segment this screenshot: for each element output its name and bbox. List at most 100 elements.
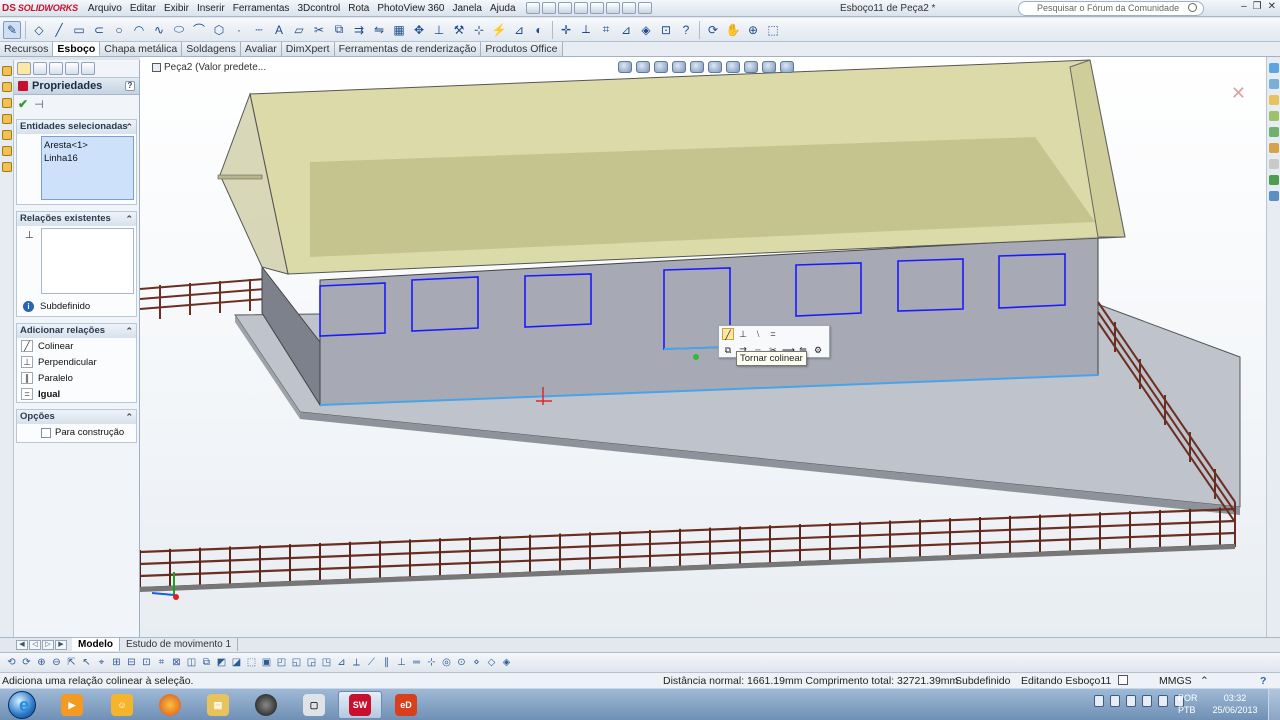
- print-icon[interactable]: [573, 2, 588, 14]
- bottom-tool-icon[interactable]: ⟋: [365, 656, 379, 670]
- rectangle-icon[interactable]: ▭: [70, 21, 88, 39]
- media-player-taskbar[interactable]: ▶: [50, 691, 94, 719]
- make-perpendicular-icon[interactable]: ⊥: [737, 328, 749, 340]
- zoom-to-fit-icon[interactable]: [618, 61, 632, 73]
- units-selector[interactable]: MMGS: [1159, 675, 1192, 687]
- bottom-tool-icon[interactable]: ⊹: [425, 656, 439, 670]
- first-tab-icon[interactable]: ◀: [16, 639, 28, 650]
- collapse-icon[interactable]: ⌃: [125, 410, 133, 424]
- menu-ajuda[interactable]: Ajuda: [486, 0, 520, 17]
- mirror-icon[interactable]: ⇋: [370, 21, 388, 39]
- menu-photoview[interactable]: PhotoView 360: [373, 0, 448, 17]
- pattern-tool-icon[interactable]: [2, 146, 12, 156]
- tab-esboco[interactable]: Esboço: [53, 42, 101, 56]
- display-style-icon[interactable]: [708, 61, 722, 73]
- tray-network-icon[interactable]: [1142, 695, 1152, 707]
- zoom-area-icon[interactable]: [636, 61, 650, 73]
- bottom-tool-icon[interactable]: ◰: [275, 656, 289, 670]
- hide-show-icon[interactable]: [726, 61, 740, 73]
- bottom-tool-icon[interactable]: ◇: [485, 656, 499, 670]
- tab-dimxpert[interactable]: DimXpert: [281, 42, 335, 56]
- bottom-tool-icon[interactable]: ⋄: [470, 656, 484, 670]
- view-rotate-icon[interactable]: ⟳: [704, 21, 722, 39]
- property-manager-tab-icon[interactable]: [33, 62, 47, 75]
- search-icon[interactable]: [1188, 3, 1197, 12]
- dimxpert-manager-tab-icon[interactable]: [65, 62, 79, 75]
- centerline-icon[interactable]: ┄: [250, 21, 268, 39]
- tab-avaliar[interactable]: Avaliar: [240, 42, 282, 56]
- bottom-tool-icon[interactable]: ⊥: [395, 656, 409, 670]
- line-icon[interactable]: ╱: [50, 21, 68, 39]
- convert-entities-icon[interactable]: ⧉: [722, 344, 734, 356]
- decals-icon[interactable]: [1269, 191, 1279, 201]
- existing-relations-list[interactable]: [41, 228, 134, 294]
- file-explorer-icon[interactable]: [1269, 95, 1279, 105]
- make-parallel-icon[interactable]: ⧵: [752, 328, 764, 340]
- bottom-tool-icon[interactable]: ⌗: [155, 656, 169, 670]
- ellipse-icon[interactable]: ⬭: [170, 21, 188, 39]
- bottom-tool-icon[interactable]: ⇱: [65, 656, 79, 670]
- sketch-point-icon[interactable]: ✛: [557, 21, 575, 39]
- quick-snaps-icon[interactable]: ⊹: [470, 21, 488, 39]
- tray-flag-icon[interactable]: [1110, 695, 1120, 707]
- previous-view-icon[interactable]: [654, 61, 668, 73]
- model-3d-view[interactable]: [140, 57, 1266, 637]
- dimxpert-icon[interactable]: ◈: [637, 21, 655, 39]
- for-construction-option[interactable]: Para construção: [17, 424, 136, 442]
- graphics-viewport[interactable]: Peça2 (Valor predete... ✕ ╱ ⊥ ⧵ = ⧉ ⇉ ┄ …: [140, 57, 1266, 637]
- move-entities-icon[interactable]: ✥: [410, 21, 428, 39]
- plane-icon[interactable]: ▱: [290, 21, 308, 39]
- tray-show-hidden-icon[interactable]: [1094, 695, 1104, 707]
- arc-icon[interactable]: ◠: [130, 21, 148, 39]
- bottom-tool-icon[interactable]: ⊕: [35, 656, 49, 670]
- apply-scene-icon[interactable]: [762, 61, 776, 73]
- rebuild-icon[interactable]: [621, 2, 636, 14]
- add-relation-icon[interactable]: ⊿: [617, 21, 635, 39]
- view-pan-icon[interactable]: ✋: [724, 21, 742, 39]
- exit-sketch-icon[interactable]: ✕: [1231, 83, 1246, 104]
- list-item[interactable]: Linha16: [44, 152, 131, 165]
- menu-ferramentas[interactable]: Ferramentas: [229, 0, 294, 17]
- view-palette-icon[interactable]: [1269, 127, 1279, 137]
- menu-inserir[interactable]: Inserir: [193, 0, 229, 17]
- help-icon[interactable]: ?: [677, 21, 695, 39]
- trim-icon[interactable]: ✂: [310, 21, 328, 39]
- next-tab-icon[interactable]: ▷: [42, 639, 54, 650]
- bottom-tool-icon[interactable]: ⊞: [110, 656, 124, 670]
- convert-entities-icon[interactable]: ⧉: [330, 21, 348, 39]
- smart-dimension-icon[interactable]: ◇: [30, 21, 48, 39]
- new-document-icon[interactable]: [525, 2, 540, 14]
- text-icon[interactable]: A: [270, 21, 288, 39]
- solidworks-logo[interactable]: DS SOLIDWORKS: [0, 0, 84, 17]
- dimension-tool-icon[interactable]: [2, 114, 12, 124]
- instant-2d-icon[interactable]: ⊿: [510, 21, 528, 39]
- collapse-icon[interactable]: ⌃: [125, 212, 133, 226]
- save-icon[interactable]: [557, 2, 572, 14]
- sketch-picture-icon[interactable]: ⌗: [597, 21, 615, 39]
- properties-icon[interactable]: ⚙: [812, 344, 824, 356]
- tray-battery-icon[interactable]: [1126, 695, 1136, 707]
- relation-perpendicular[interactable]: ⊥ Perpendicular: [17, 354, 136, 370]
- tab-soldagens[interactable]: Soldagens: [182, 42, 241, 56]
- menu-rota[interactable]: Rota: [344, 0, 373, 17]
- rebuild-status-icon[interactable]: [1118, 675, 1128, 685]
- edrawings-taskbar[interactable]: eD: [384, 691, 428, 719]
- for-construction-checkbox[interactable]: [41, 427, 51, 438]
- close-icon[interactable]: ✕: [1268, 1, 1276, 12]
- bottom-tool-icon[interactable]: ◱: [290, 656, 304, 670]
- relation-parallel[interactable]: ∥ Paralelo: [17, 370, 136, 386]
- pin-icon[interactable]: ⊣: [34, 98, 44, 111]
- solidworks-resources-icon[interactable]: [1269, 63, 1279, 73]
- menu-janela[interactable]: Janela: [448, 0, 485, 17]
- fillet-icon[interactable]: ⌒: [190, 21, 208, 39]
- bottom-tool-icon[interactable]: ▣: [260, 656, 274, 670]
- search-icon[interactable]: [1269, 111, 1279, 121]
- check-tool-icon[interactable]: [2, 162, 12, 172]
- minimize-icon[interactable]: –: [1241, 1, 1247, 12]
- relation-collinear[interactable]: ╱ Colinear: [17, 338, 136, 354]
- tab-recursos[interactable]: Recursos: [0, 42, 54, 56]
- slot-icon[interactable]: ⊂: [90, 21, 108, 39]
- bottom-tool-icon[interactable]: ◫: [185, 656, 199, 670]
- bottom-tool-icon[interactable]: ⊟: [125, 656, 139, 670]
- bottom-tool-icon[interactable]: ⌖: [95, 656, 109, 670]
